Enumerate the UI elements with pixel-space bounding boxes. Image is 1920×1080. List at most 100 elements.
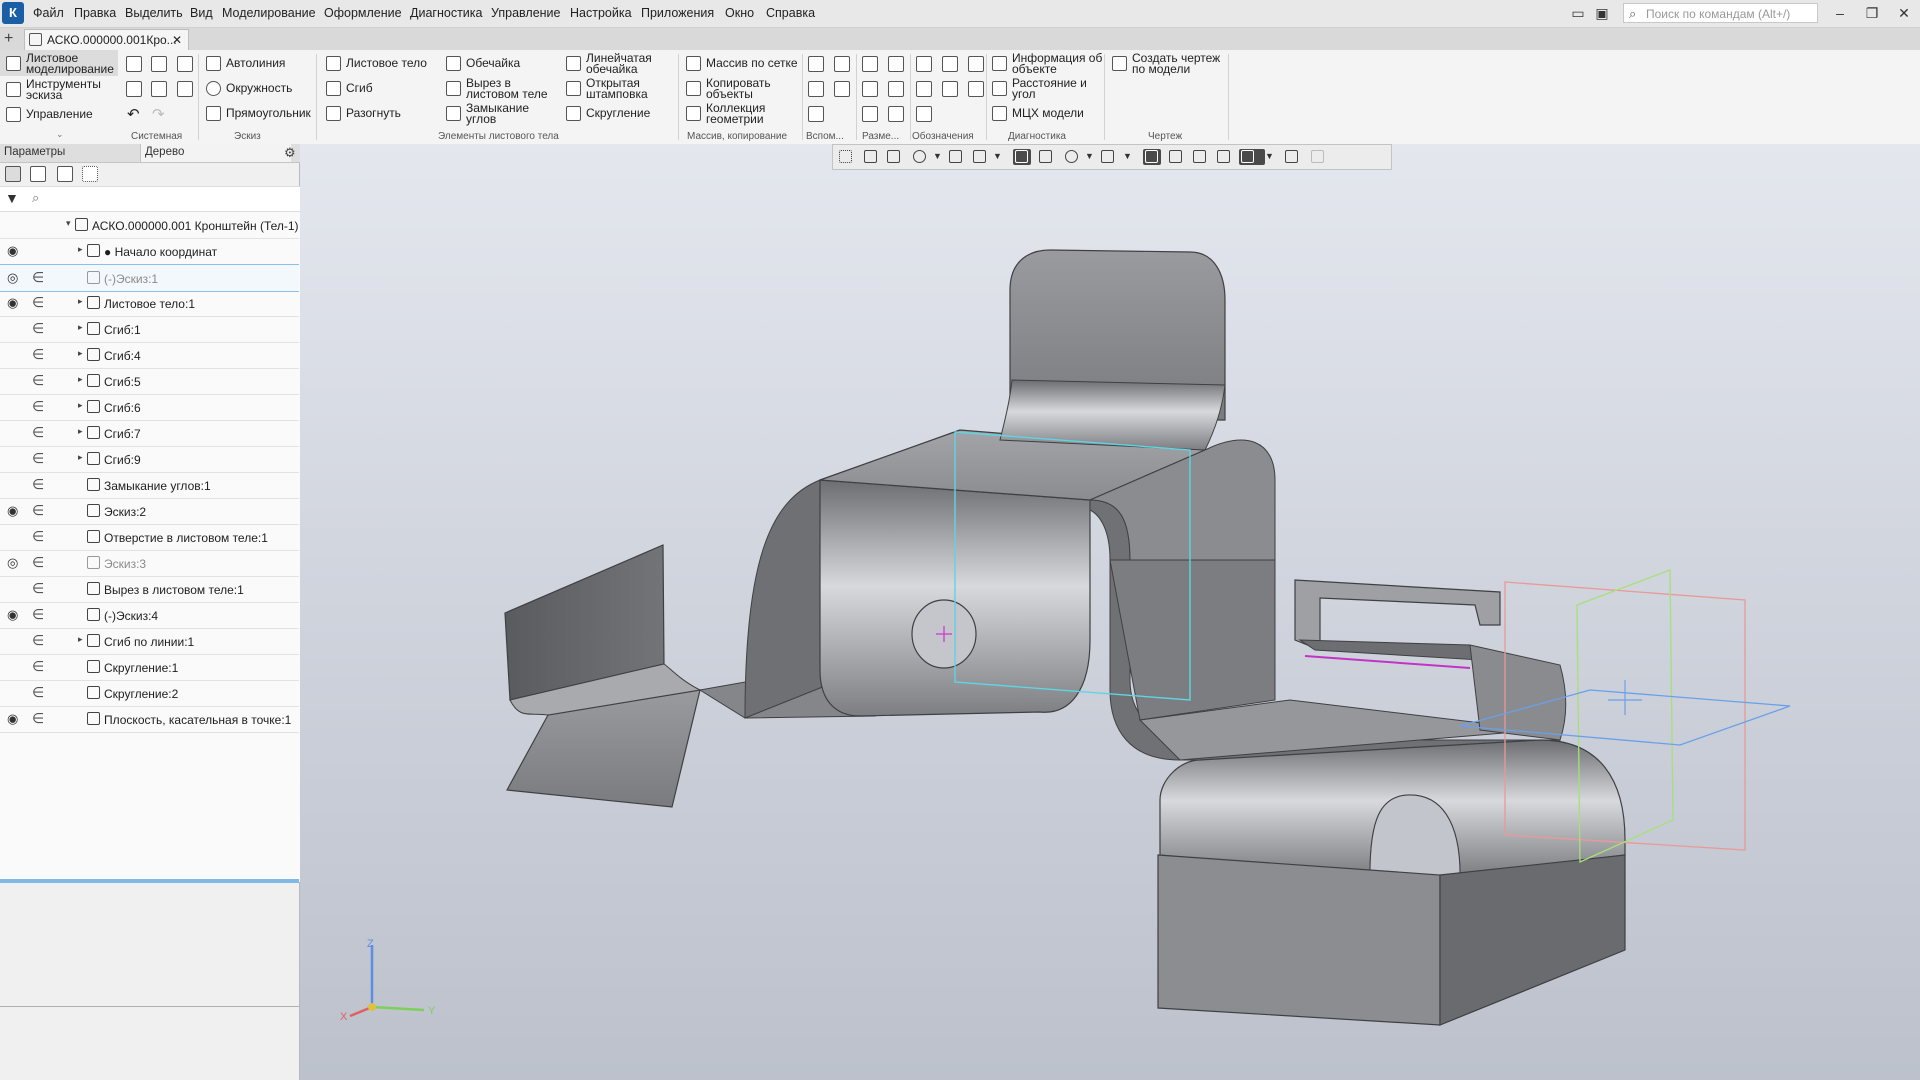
expand-arrow-icon[interactable]: ▾ (66, 218, 71, 229)
tree-row[interactable]: ◉ ∈ (-)Эскиз:4 (0, 602, 299, 629)
visibility-eye-icon[interactable]: ◎ (7, 270, 18, 286)
tree-order-icon[interactable] (30, 166, 46, 182)
object-info-icon (992, 56, 1007, 71)
tree-row[interactable]: ∈ ▸ Сгиб:7 (0, 420, 299, 447)
aux-point-icon[interactable] (808, 56, 824, 72)
visibility-eye-icon[interactable]: ◉ (7, 243, 18, 259)
tree-row[interactable]: ∈ ▸ Сгиб:4 (0, 342, 299, 369)
tree-row[interactable]: ▾ АСКО.000000.001 Кронштейн (Тел-1) (0, 212, 299, 239)
new-document-icon[interactable] (126, 56, 142, 72)
aux-plane-icon[interactable] (808, 81, 824, 97)
expand-arrow-icon[interactable]: ▸ (78, 400, 83, 411)
tree-row[interactable]: ∈ ▸ Сгиб:6 (0, 394, 299, 421)
linear-dimension-icon[interactable] (862, 56, 878, 72)
aux-curve-icon[interactable] (834, 81, 850, 97)
restore-button[interactable]: ❐ (1860, 3, 1884, 23)
aux-axis-icon[interactable] (834, 56, 850, 72)
gear-icon[interactable]: ⚙ (284, 145, 296, 161)
tree-row[interactable]: ∈ Скругление:1 (0, 654, 299, 681)
weld-icon[interactable] (916, 106, 932, 122)
group-label-dimensions: Разме... (862, 131, 900, 142)
tree-row[interactable]: ◎ ∈ Эскиз:3 (0, 550, 299, 577)
tree-row[interactable]: ∈ ▸ Сгиб:9 (0, 446, 299, 473)
menu-modeling[interactable]: Моделирование (222, 6, 316, 20)
tab-tree[interactable]: Дерево (140, 144, 291, 162)
save-icon[interactable] (177, 56, 193, 72)
menu-select[interactable]: Выделить (125, 6, 183, 20)
angular-dimension-icon[interactable] (888, 81, 904, 97)
add-tab-icon[interactable]: + (4, 30, 13, 48)
aux-line-icon[interactable] (808, 106, 824, 122)
expand-arrow-icon[interactable]: ▸ (78, 634, 83, 645)
expand-arrow-icon[interactable]: ▸ (78, 296, 83, 307)
document-tab[interactable]: АСКО.000000.001Кро... ✕ (24, 29, 189, 50)
minimize-button[interactable]: – (1828, 3, 1852, 23)
tree-row[interactable]: ◉ ∈ ▸ Листовое тело:1 (0, 290, 299, 317)
undo-icon[interactable]: ↶ (127, 105, 140, 123)
tree-components-icon[interactable] (57, 166, 73, 182)
expand-arrow-icon[interactable]: ▸ (78, 244, 83, 255)
window-layout-icon[interactable]: ▣ (1590, 3, 1614, 23)
roughness-icon[interactable] (942, 56, 958, 72)
redo-icon[interactable]: ↷ (152, 105, 165, 123)
close-tab-icon[interactable]: ✕ (172, 30, 182, 50)
menu-edit[interactable]: Правка (74, 6, 116, 20)
diameter-dimension-icon[interactable] (888, 56, 904, 72)
tree-row[interactable]: ◉ ∈ Эскиз:2 (0, 498, 299, 525)
menu-diagnostics[interactable]: Диагностика (410, 6, 482, 20)
menu-applications[interactable]: Приложения (641, 6, 714, 20)
visibility-eye-icon[interactable]: ◉ (7, 503, 18, 519)
tree-row[interactable]: ∈ ▸ Сгиб:1 (0, 316, 299, 343)
leader-icon[interactable] (916, 56, 932, 72)
menu-window[interactable]: Окно (725, 6, 754, 20)
thread-dimension-icon[interactable] (888, 106, 904, 122)
expand-arrow-icon[interactable]: ▸ (78, 452, 83, 463)
visibility-eye-icon[interactable]: ◉ (7, 295, 18, 311)
collapse-chevron-icon[interactable]: ⌄ (56, 129, 64, 140)
tree-structure-icon[interactable] (5, 166, 21, 182)
tolerance-icon[interactable] (916, 81, 932, 97)
visibility-eye-icon[interactable]: ◎ (7, 555, 18, 571)
tree-row[interactable]: ∈ ▸ Сгиб по линии:1 (0, 628, 299, 655)
expand-arrow-icon[interactable]: ▸ (78, 348, 83, 359)
menu-design[interactable]: Оформление (324, 6, 402, 20)
visibility-eye-icon[interactable]: ◉ (7, 607, 18, 623)
save-all-icon[interactable] (177, 81, 193, 97)
tab-parameters[interactable]: Параметры (4, 146, 65, 158)
panel-layout-icon[interactable]: ▭ (1566, 3, 1590, 23)
print-icon[interactable] (126, 81, 142, 97)
menu-management[interactable]: Управление (491, 6, 561, 20)
open-folder-icon[interactable] (151, 56, 167, 72)
panel-tabs: Параметры Дерево ⚙ (0, 144, 300, 163)
tree-row[interactable]: ◉ ∈ Плоскость, касательная в точке:1 (0, 706, 299, 733)
mark-icon[interactable] (968, 81, 984, 97)
expand-arrow-icon[interactable]: ▸ (78, 426, 83, 437)
auto-dimension-icon[interactable] (862, 106, 878, 122)
tree-row[interactable]: ∈ Вырез в листовом теле:1 (0, 576, 299, 603)
tree-row[interactable]: ∈ Отверстие в листовом теле:1 (0, 524, 299, 551)
expand-arrow-icon[interactable]: ▸ (78, 322, 83, 333)
preview-icon[interactable] (151, 81, 167, 97)
tree-row[interactable]: ∈ Скругление:2 (0, 680, 299, 707)
filter-icon[interactable]: ▼ (5, 190, 19, 206)
tree-row[interactable]: ◎ ∈ (-)Эскиз:1 (0, 264, 299, 292)
command-search-input[interactable]: ⌕ Поиск по командам (Alt+/) (1623, 3, 1818, 23)
sheet-metal-part[interactable]: Z Y X (300, 144, 1920, 1080)
radial-dimension-icon[interactable] (862, 81, 878, 97)
tree-row[interactable]: ∈ ▸ Сгиб:5 (0, 368, 299, 395)
menu-help[interactable]: Справка (766, 6, 815, 20)
menu-file[interactable]: Файл (33, 6, 64, 20)
tree-row[interactable]: ∈ Замыкание углов:1 (0, 472, 299, 499)
menu-view[interactable]: Вид (190, 6, 213, 20)
visibility-eye-icon[interactable]: ◉ (7, 711, 18, 727)
close-button[interactable]: ✕ (1892, 3, 1916, 23)
position-mark-icon[interactable] (942, 81, 958, 97)
base-icon[interactable] (968, 56, 984, 72)
tree-row[interactable]: ◉ ▸ ● Начало координат (0, 238, 299, 265)
menu-settings[interactable]: Настройка (570, 6, 632, 20)
expand-arrow-icon[interactable]: ▸ (78, 374, 83, 385)
3d-viewport[interactable]: ▼ ▼ ▼ ▼ ▼ Z Y X (300, 144, 1920, 1080)
tree-filter-row[interactable]: ▼ ⌕ (0, 186, 300, 212)
tree-select-icon[interactable] (82, 166, 98, 182)
app-logo-icon[interactable]: К (2, 2, 24, 24)
